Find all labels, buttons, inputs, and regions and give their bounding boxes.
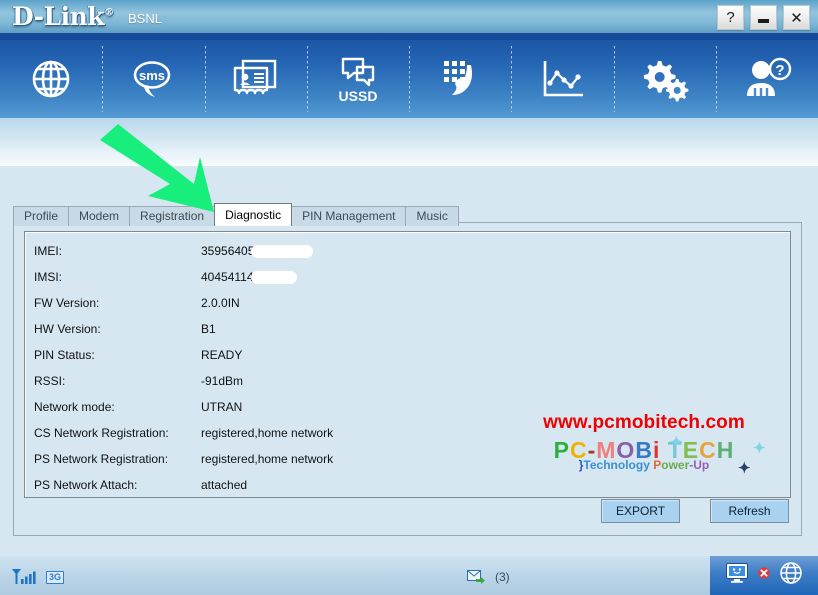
monitor-icon[interactable]	[725, 562, 749, 589]
diagnostic-rows: IMEI: 35956405 IMSI: 40454114 FW Version…	[34, 238, 784, 497]
diagnostic-panel: IMEI: 35956405 IMSI: 40454114 FW Version…	[13, 222, 802, 536]
tab-diagnostic[interactable]: Diagnostic	[214, 203, 293, 226]
svg-text:?: ?	[775, 62, 784, 79]
row-label-imei: IMEI:	[34, 244, 63, 258]
toolbar-item-ussd[interactable]: USSD	[306, 40, 409, 118]
row-label-rssi: RSSI:	[34, 374, 66, 388]
svg-text:USSD: USSD	[338, 88, 377, 104]
export-button[interactable]: EXPORT	[601, 499, 680, 523]
diagnostic-info-box: IMEI: 35956405 IMSI: 40454114 FW Version…	[24, 231, 791, 498]
dialpad-phone-icon	[433, 55, 487, 103]
sms-icon: sms	[128, 55, 178, 103]
window-controls: ? ✕	[717, 5, 810, 30]
row-value-network-mode: UTRAN	[201, 400, 243, 414]
header-sheen	[0, 118, 818, 166]
table-row: IMSI: 40454114	[34, 264, 784, 290]
row-label-ps-registration: PS Network Registration:	[34, 452, 169, 466]
row-value-fw-version: 2.0.0IN	[201, 296, 240, 310]
status-bar	[0, 556, 818, 595]
row-label-hw-version: HW Version:	[34, 322, 101, 336]
settings-gears-icon	[637, 55, 693, 103]
row-value-ps-attach: attached	[201, 478, 248, 492]
row-label-ps-attach: PS Network Attach:	[34, 478, 138, 492]
refresh-button[interactable]: Refresh	[710, 499, 789, 523]
tab-modem[interactable]: Modem	[68, 206, 131, 226]
row-label-pin-status: PIN Status:	[34, 348, 95, 362]
envelope-icon[interactable]	[467, 570, 485, 589]
row-value-cs-registration: registered,home network	[201, 426, 334, 440]
table-row: PS Network Attach: attached	[34, 472, 784, 497]
trademark-symbol: ®	[104, 7, 114, 19]
row-label-imsi: IMSI:	[34, 270, 63, 284]
table-row: PIN Status: READY	[34, 342, 784, 368]
row-label-fw-version: FW Version:	[34, 296, 100, 310]
table-row: FW Version: 2.0.0IN	[34, 290, 784, 316]
title-accent-stripe	[0, 33, 818, 40]
table-row: Network mode: UTRAN	[34, 394, 784, 420]
tab-registration[interactable]: Registration	[129, 206, 216, 226]
row-value-imsi: 40454114	[201, 270, 784, 284]
svg-text:sms: sms	[139, 68, 165, 83]
table-row: HW Version: B1	[34, 316, 784, 342]
contacts-icon	[229, 55, 283, 103]
toolbar-item-sms[interactable]: sms	[102, 40, 204, 118]
disconnect-icon[interactable]	[757, 566, 771, 585]
table-row: RSSI: -91dBm	[34, 368, 784, 394]
tab-bar: Profile Modem Registration Diagnostic PI…	[13, 203, 459, 226]
ussd-icon: USSD	[331, 53, 385, 105]
row-value-imei: 35956405	[201, 244, 784, 258]
toolbar-item-internet[interactable]	[0, 40, 102, 118]
table-row: CS Network Registration: registered,home…	[34, 420, 784, 446]
status-tray	[710, 556, 818, 595]
panel-action-buttons: EXPORT Refresh	[601, 499, 789, 523]
tab-profile[interactable]: Profile	[13, 206, 70, 226]
message-count: (3)	[495, 570, 510, 584]
row-label-cs-registration: CS Network Registration:	[34, 426, 169, 440]
dlink-logo: D-Link®	[12, 2, 114, 31]
main-toolbar: sms USSD ?	[0, 40, 818, 118]
user-help-icon: ?	[739, 55, 795, 103]
toolbar-item-call[interactable]	[409, 40, 511, 118]
signal-bars-icon	[10, 568, 36, 591]
toolbar-item-help[interactable]: ?	[715, 40, 818, 118]
title-bar: D-Link® ? ✕	[0, 0, 818, 33]
minimize-icon	[758, 18, 769, 23]
help-button[interactable]: ?	[717, 5, 744, 30]
row-value-hw-version: B1	[201, 322, 216, 336]
carrier-name: BSNL	[128, 11, 162, 26]
tab-music[interactable]: Music	[405, 206, 459, 226]
globe-icon	[27, 55, 75, 103]
statistics-chart-icon	[535, 55, 589, 103]
network-type-badge: 3G	[46, 571, 65, 584]
redaction-mark	[250, 271, 297, 284]
row-value-pin-status: READY	[201, 348, 243, 362]
row-value-rssi: -91dBm	[201, 374, 244, 388]
table-row: IMEI: 35956405	[34, 238, 784, 264]
row-value-ps-registration: registered,home network	[201, 452, 334, 466]
row-label-network-mode: Network mode:	[34, 400, 115, 414]
toolbar-item-contacts[interactable]	[204, 40, 307, 118]
table-row: PS Network Registration: registered,home…	[34, 446, 784, 472]
globe-icon[interactable]	[779, 561, 803, 590]
minimize-button[interactable]	[750, 5, 777, 30]
redaction-mark	[251, 245, 314, 258]
close-button[interactable]: ✕	[783, 5, 810, 30]
tab-pin-management[interactable]: PIN Management	[291, 206, 407, 226]
dlink-connection-manager-window: D-Link® ? ✕ sms USSD ? Profile Modem Reg…	[0, 0, 818, 595]
toolbar-item-statistics[interactable]	[511, 40, 613, 118]
toolbar-item-settings[interactable]	[613, 40, 716, 118]
